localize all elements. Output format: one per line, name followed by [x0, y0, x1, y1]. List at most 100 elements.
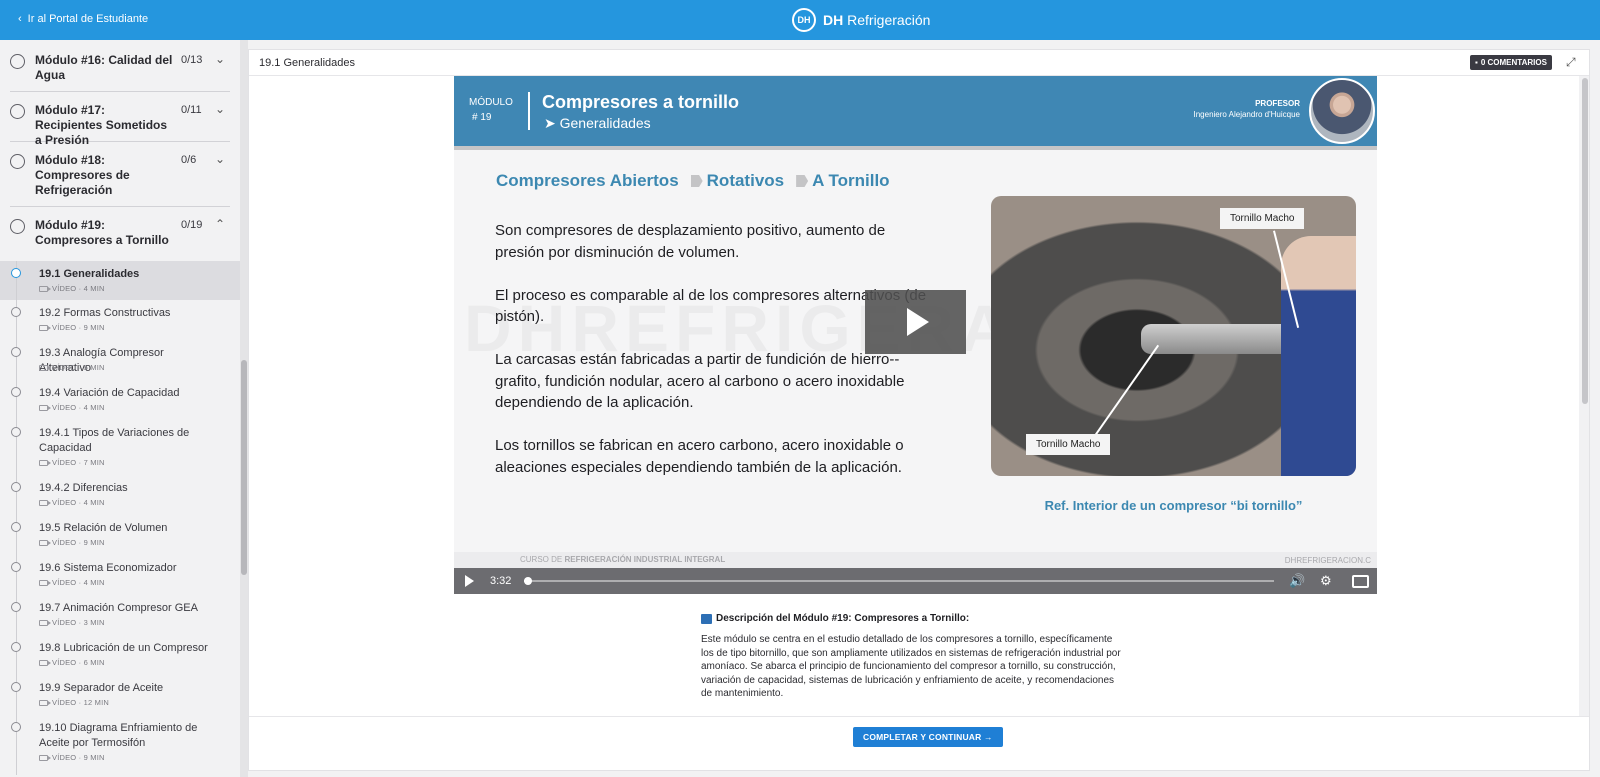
- chevron-up-icon[interactable]: ⌃: [215, 217, 225, 231]
- lesson-connector-line: [16, 300, 17, 340]
- lesson-connector-line: [16, 555, 17, 595]
- comments-button[interactable]: ▪ 0 COMENTARIOS: [1470, 55, 1552, 70]
- slide-text: Son compresores de desplazamiento positi…: [495, 220, 935, 500]
- video-player[interactable]: MÓDULO # 19 Compresores a tornillo ➤ Gen…: [454, 76, 1377, 594]
- play-icon[interactable]: [465, 575, 474, 587]
- module-19[interactable]: Módulo #19: Compresores a Tornillo 0/19 …: [10, 207, 230, 260]
- brand: DH DH Refrigeración: [792, 8, 930, 32]
- lesson-item[interactable]: 19.4.1 Tipos de Variaciones de Capacidad…: [0, 420, 240, 475]
- book-icon: [701, 613, 712, 624]
- module-progress-count: 0/19: [181, 219, 203, 231]
- chevron-down-icon[interactable]: ⌄: [215, 102, 225, 116]
- module-18[interactable]: Módulo #18: Compresores de Refrigeración…: [10, 142, 230, 207]
- lesson-meta: VÍDEO · 4 MIN: [39, 403, 105, 412]
- lesson-meta: VÍDEO · 9 MIN: [39, 538, 105, 547]
- course-sidebar: Módulo #16: Calidad del Agua 0/13 ⌄ Módu…: [0, 40, 240, 777]
- lesson-item[interactable]: 19.3 Analogía Compresor Alternativo VÍDE…: [0, 340, 240, 380]
- crumb: Rotativos: [706, 171, 785, 190]
- lesson-item[interactable]: 19.10 Diagrama Enfriamiento de Aceite po…: [0, 715, 240, 775]
- screw-shaft: [1141, 324, 1291, 354]
- lesson-item[interactable]: 19.1 Generalidades VÍDEO · 4 MIN: [0, 261, 240, 300]
- lesson-heading: 19.1 Generalidades: [259, 57, 356, 69]
- lesson-item[interactable]: 19.5 Relación de Volumen VÍDEO · 9 MIN: [0, 515, 240, 555]
- lesson-connector-line: [16, 515, 17, 555]
- lesson-item[interactable]: 19.4 Variación de Capacidad VÍDEO · 4 MI…: [0, 380, 240, 420]
- lesson-title: 19.8 Lubricación de un Compresor: [39, 642, 208, 654]
- chevron-left-icon: ‹: [18, 13, 22, 25]
- arrow-icon: [796, 175, 809, 187]
- lesson-title: 19.5 Relación de Volumen: [39, 522, 168, 534]
- lesson-meta: VÍDEO · 9 MIN: [39, 323, 105, 332]
- lesson-title: 19.4.2 Diferencias: [39, 482, 128, 494]
- top-bar: ‹ Ir al Portal de Estudiante DH DH Refri…: [0, 0, 1600, 40]
- module-progress-count: 0/11: [181, 104, 202, 116]
- video-camera-icon: [39, 539, 51, 546]
- module-16[interactable]: Módulo #16: Calidad del Agua 0/13 ⌄: [10, 42, 230, 92]
- lesson-connector-line: [16, 380, 17, 420]
- back-to-portal-link[interactable]: ‹ Ir al Portal de Estudiante: [18, 13, 148, 25]
- chevron-down-icon[interactable]: ⌄: [215, 52, 225, 66]
- big-play-button[interactable]: [865, 290, 966, 354]
- module-17[interactable]: Módulo #17: Recipientes Sometidos a Pres…: [10, 92, 230, 147]
- pointer-line: [1094, 344, 1160, 436]
- bottom-bar: COMPLETAR Y CONTINUAR →: [249, 716, 1589, 770]
- content-scrollbar[interactable]: [1579, 76, 1589, 716]
- lesson-title: 19.1 Generalidades: [39, 268, 140, 280]
- lesson-item[interactable]: 19.9 Separador de Aceite VÍDEO · 12 MIN: [0, 675, 240, 715]
- chevron-down-icon[interactable]: ⌄: [215, 152, 225, 166]
- lesson-meta: VÍDEO · 6 MIN: [39, 658, 105, 667]
- video-controls: 3:32 🔊 ⚙: [454, 568, 1377, 594]
- progress-bar[interactable]: [523, 577, 1274, 585]
- description-body: Este módulo se centra en el estudio deta…: [701, 634, 1121, 699]
- lesson-meta: VÍDEO · 4 MIN: [39, 578, 105, 587]
- expand-icon[interactable]: ⤢: [1566, 55, 1576, 70]
- comments-label: 0 COMENTARIOS: [1480, 58, 1547, 67]
- fullscreen-icon[interactable]: [1352, 575, 1369, 588]
- settings-gear-icon[interactable]: ⚙: [1320, 573, 1332, 589]
- video-footer-strip: CURSO DE REFRIGERACIÓN INDUSTRIAL INTEGR…: [454, 552, 1377, 568]
- lesson-status-circle-icon: [11, 427, 21, 437]
- video-camera-icon: [39, 459, 51, 466]
- module-status-circle-icon: [10, 154, 25, 169]
- video-camera-icon: [39, 699, 51, 706]
- lesson-meta: VÍDEO · 7 MIN: [39, 458, 105, 467]
- slide-paragraph: Los tornillos se fabrican en acero carbo…: [495, 437, 904, 476]
- lesson-meta: VÍDEO · 3 MIN: [39, 618, 105, 627]
- lesson-status-circle-icon: [11, 482, 21, 492]
- lesson-status-circle-icon: [11, 307, 21, 317]
- lesson-item[interactable]: 19.6 Sistema Economizador VÍDEO · 4 MIN: [0, 555, 240, 595]
- lesson-meta: VÍDEO · 4 MIN: [39, 284, 105, 293]
- description-title: Descripción del Módulo #19: Compresores …: [701, 613, 1121, 624]
- lesson-header: 19.1 Generalidades ▪ 0 COMENTARIOS ⤢: [249, 50, 1589, 76]
- sidebar-scrollbar-thumb[interactable]: [241, 360, 247, 575]
- lesson-title: 19.9 Separador de Aceite: [39, 682, 164, 694]
- banner-divider: [528, 92, 530, 130]
- video-camera-icon: [39, 499, 51, 506]
- lesson-connector-line: [16, 635, 17, 675]
- lesson-item[interactable]: 19.2 Formas Constructivas VÍDEO · 9 MIN: [0, 300, 240, 340]
- lesson-panel: 19.1 Generalidades ▪ 0 COMENTARIOS ⤢ MÓD…: [248, 49, 1590, 771]
- volume-icon[interactable]: 🔊: [1289, 573, 1305, 589]
- lesson-item[interactable]: 19.7 Animación Compresor GEA VÍDEO · 3 M…: [0, 595, 240, 635]
- arrow-icon: ➤: [544, 115, 556, 131]
- lesson-title: 19.4.1 Tipos de Variaciones de Capacidad: [39, 427, 190, 454]
- technician: [1281, 236, 1356, 476]
- lesson-meta: VÍDEO · 4 MIN: [39, 498, 105, 507]
- lesson-item[interactable]: 19.4.2 Diferencias VÍDEO · 4 MIN: [0, 475, 240, 515]
- brand-name: DH Refrigeración: [823, 12, 931, 28]
- lesson-item[interactable]: 19.8 Lubricación de un Compresor VÍDEO ·…: [0, 635, 240, 675]
- banner-stripe: [454, 146, 1377, 150]
- module-status-circle-icon: [10, 104, 25, 119]
- complete-and-continue-button[interactable]: COMPLETAR Y CONTINUAR →: [853, 727, 1003, 747]
- content-scrollbar-thumb[interactable]: [1582, 78, 1588, 404]
- slide-paragraph: La carcasas están fabricadas a partir de…: [495, 351, 905, 411]
- lesson-title: 19.2 Formas Constructivas: [39, 307, 171, 319]
- progress-handle[interactable]: [523, 577, 532, 585]
- lesson-status-circle-icon: [11, 722, 21, 732]
- lesson-status-circle-icon: [11, 347, 21, 357]
- compressor-photo: Tornillo Macho Tornillo Macho: [991, 196, 1356, 476]
- video-camera-icon: [39, 285, 51, 292]
- lesson-status-circle-icon: [11, 522, 21, 532]
- module-title: Módulo #19: Compresores a Tornillo: [35, 218, 169, 247]
- module-status-circle-icon: [10, 219, 25, 234]
